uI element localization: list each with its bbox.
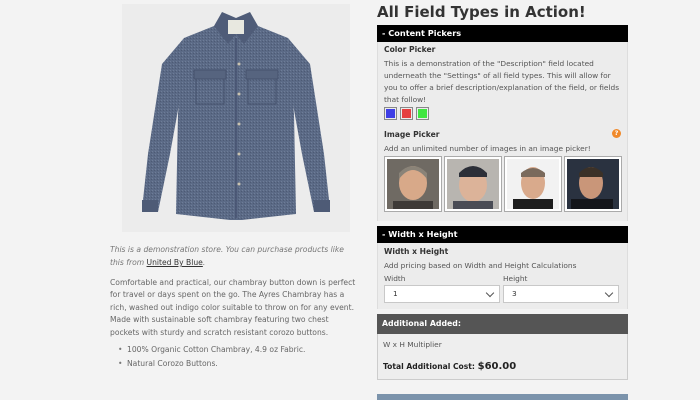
width-height-header[interactable]: - Width x Height: [377, 226, 628, 243]
demo-note-text: This is a demonstration store. You can p…: [110, 245, 344, 267]
total-label: Total Additional Cost:: [383, 362, 475, 371]
demo-store-note: This is a demonstration store. You can p…: [110, 243, 360, 269]
swatch-fill: [386, 109, 395, 118]
portrait-image: [567, 159, 619, 209]
chevron-down-icon: [485, 288, 495, 298]
width-select[interactable]: 1: [384, 285, 500, 303]
product-features-list: 100% Organic Cotton Chambray, 4.9 oz Fab…: [118, 343, 358, 370]
color-picker-label: Color Picker: [384, 45, 436, 54]
feature-item: Natural Corozo Buttons.: [118, 357, 358, 371]
demo-note-suffix: .: [202, 258, 206, 267]
additional-added-header: Additional Added:: [377, 314, 628, 334]
multiplier-line: W x H Multiplier: [383, 340, 442, 349]
width-label: Width: [384, 274, 406, 283]
chambray-shirt-image: [142, 12, 330, 220]
color-swatch-red[interactable]: [400, 107, 413, 120]
width-height-description: Add pricing based on Width and Height Ca…: [384, 261, 577, 270]
color-swatch-green[interactable]: [416, 107, 429, 120]
feature-item: 100% Organic Cotton Chambray, 4.9 oz Fab…: [118, 343, 358, 357]
united-by-blue-link[interactable]: United By Blue: [147, 258, 203, 267]
total-additional-cost: Total Additional Cost: $60.00: [383, 361, 516, 372]
product-image[interactable]: [122, 4, 350, 232]
image-picker-description: Add an unlimited number of images in an …: [384, 144, 591, 153]
image-picker-label: Image Picker: [384, 130, 440, 139]
color-picker-description: This is a demonstration of the "Descript…: [384, 59, 620, 104]
swatch-fill: [402, 109, 411, 118]
help-icon[interactable]: ?: [612, 129, 621, 138]
page-title: All Field Types in Action!: [377, 3, 586, 21]
height-label: Height: [503, 274, 528, 283]
portrait-image: [507, 159, 559, 209]
total-amount: $60.00: [477, 361, 517, 372]
content-pickers-header[interactable]: - Content Pickers: [377, 25, 628, 42]
portrait-image: [447, 159, 499, 209]
image-option-4[interactable]: [564, 156, 622, 212]
image-option-3[interactable]: [504, 156, 562, 212]
width-select-value: 1: [393, 289, 398, 298]
add-to-cart-button[interactable]: [377, 394, 628, 400]
height-select[interactable]: 3: [503, 285, 619, 303]
image-option-2[interactable]: [444, 156, 502, 212]
swatch-fill: [418, 109, 427, 118]
chevron-down-icon: [604, 288, 614, 298]
image-option-1[interactable]: [384, 156, 442, 212]
portrait-image: [387, 159, 439, 209]
color-swatch-blue[interactable]: [384, 107, 397, 120]
width-height-label: Width x Height: [384, 247, 449, 256]
product-description: Comfortable and practical, our chambray …: [110, 278, 356, 337]
height-select-value: 3: [512, 289, 517, 298]
